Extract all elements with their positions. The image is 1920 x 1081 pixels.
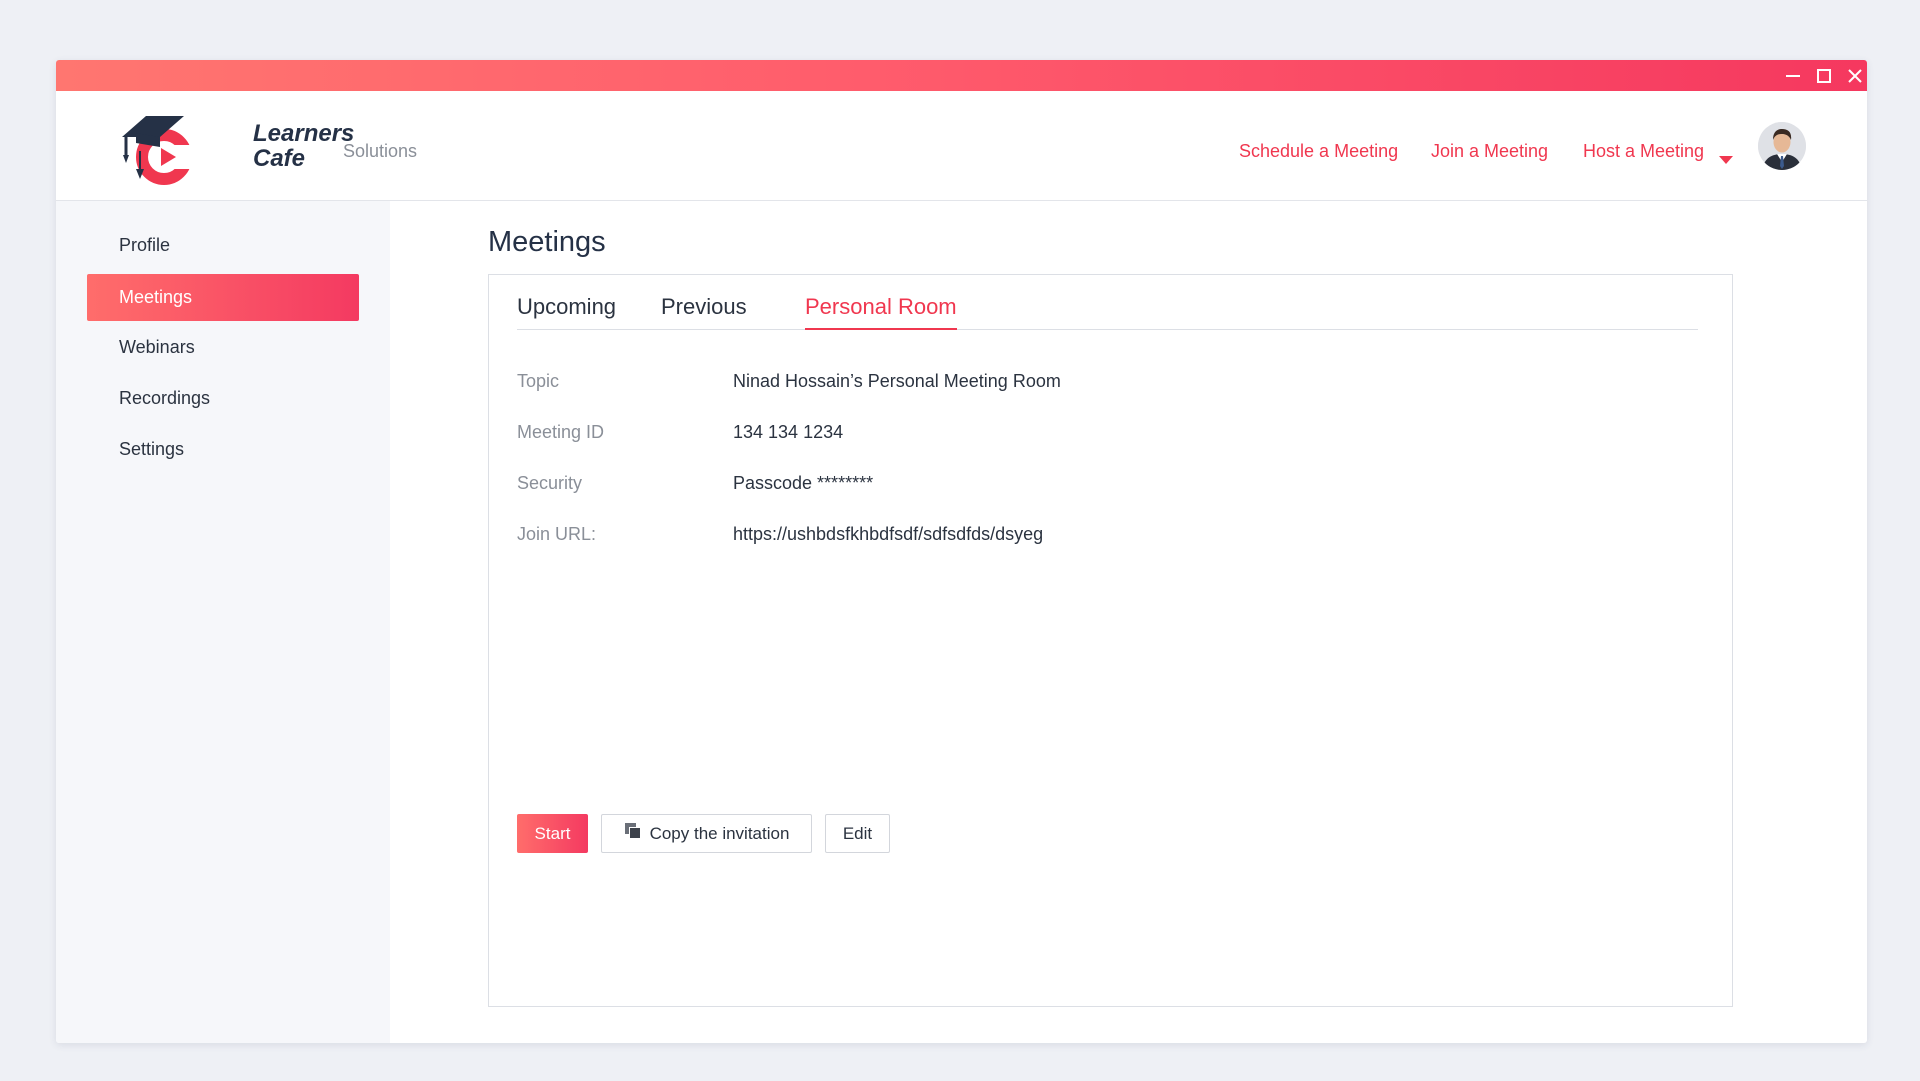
sidebar-item-settings[interactable]: Settings — [87, 426, 359, 473]
copy-icon — [624, 822, 642, 845]
sidebar-item-meetings[interactable]: Meetings — [87, 274, 359, 321]
user-avatar[interactable] — [1758, 122, 1806, 170]
meeting-id-value: 134 134 1234 — [733, 422, 844, 442]
page-title: Meetings — [488, 226, 606, 258]
app-window: Learners Cafe Solutions Schedule a Meeti… — [56, 60, 1867, 1043]
topic-label: Topic — [517, 371, 560, 391]
caret-down-icon[interactable] — [1719, 152, 1733, 170]
user-avatar-icon — [1758, 122, 1806, 170]
join-meeting-link[interactable]: Join a Meeting — [1431, 141, 1548, 162]
join-url-value[interactable]: https://ushbdsfkhbdfsdf/sdfsdfds/dsyeg — [733, 524, 1043, 545]
tab-upcoming[interactable]: Upcoming — [517, 294, 616, 328]
schedule-meeting-link[interactable]: Schedule a Meeting — [1239, 141, 1398, 162]
maximize-icon[interactable] — [1808, 60, 1840, 91]
sidebar: Profile Meetings Webinars Recordings Set… — [56, 201, 390, 1043]
join-url-label: Join URL: — [517, 524, 597, 544]
topic-value: Ninad Hossain’s Personal Meeting Room — [733, 371, 1061, 391]
graduation-cap-logo-icon — [122, 116, 192, 185]
sidebar-item-webinars[interactable]: Webinars — [87, 324, 359, 371]
sidebar-item-recordings[interactable]: Recordings — [87, 375, 359, 422]
minimize-icon[interactable] — [1777, 60, 1809, 91]
copy-invitation-button[interactable]: Copy the invitation — [601, 814, 812, 853]
brand-line2: Cafe — [253, 145, 306, 172]
start-button[interactable]: Start — [517, 814, 588, 853]
brand-name: Learners Cafe — [253, 121, 354, 171]
meeting-card: Upcoming Previous Personal Room Topic Ni… — [488, 274, 1733, 1007]
brand-logo[interactable]: Learners Cafe — [116, 111, 354, 189]
close-icon[interactable] — [1839, 60, 1867, 91]
security-value: Passcode ******** — [733, 473, 874, 493]
brand-line1: Learners — [253, 120, 355, 147]
meeting-tabs: Upcoming Previous Personal Room — [517, 289, 1698, 330]
solutions-link[interactable]: Solutions — [343, 141, 417, 162]
tab-personal-room[interactable]: Personal Room — [805, 294, 957, 330]
title-bar — [56, 60, 1867, 91]
host-meeting-link[interactable]: Host a Meeting — [1583, 141, 1704, 162]
meeting-id-label: Meeting ID — [517, 422, 605, 442]
copy-invitation-label: Copy the invitation — [649, 823, 790, 843]
app-header: Learners Cafe Solutions Schedule a Meeti… — [56, 91, 1867, 201]
sidebar-item-profile[interactable]: Profile — [87, 222, 359, 269]
tab-previous[interactable]: Previous — [661, 294, 747, 328]
edit-button[interactable]: Edit — [825, 814, 890, 853]
security-label: Security — [517, 473, 583, 493]
